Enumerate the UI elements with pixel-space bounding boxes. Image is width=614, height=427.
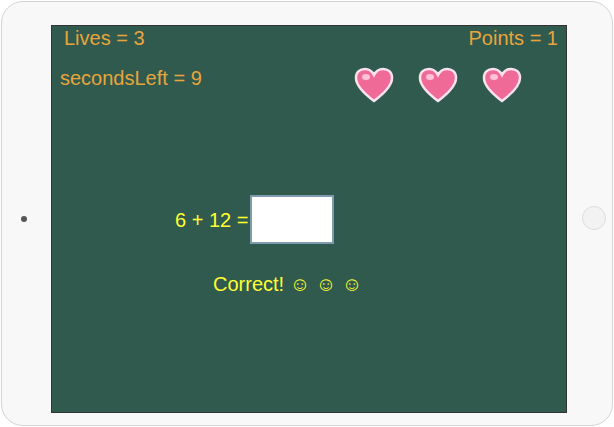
hearts-row (354, 67, 522, 103)
lives-label: Lives = 3 (64, 26, 145, 50)
game-screen: Lives = 3 Points = 1 secondsLeft = 9 6 + 12… (51, 25, 567, 413)
tablet-camera (21, 216, 27, 222)
feedback-text: Correct! ☺ ☺ ☺ (213, 272, 362, 296)
tablet-frame: Lives = 3 Points = 1 secondsLeft = 9 6 + 12… (1, 1, 613, 426)
heart-icon (482, 67, 522, 103)
heart-icon (354, 67, 394, 103)
heart-icon (418, 67, 458, 103)
points-label: Points = 1 (468, 26, 558, 50)
seconds-left-label: secondsLeft = 9 (60, 66, 202, 90)
answer-input[interactable] (250, 195, 334, 244)
question-row: 6 + 12 = (175, 195, 334, 244)
tablet-page: Lives = 3 Points = 1 secondsLeft = 9 6 + 12… (0, 0, 614, 427)
question-text: 6 + 12 = (175, 208, 248, 232)
tablet-home-button[interactable] (582, 206, 606, 230)
